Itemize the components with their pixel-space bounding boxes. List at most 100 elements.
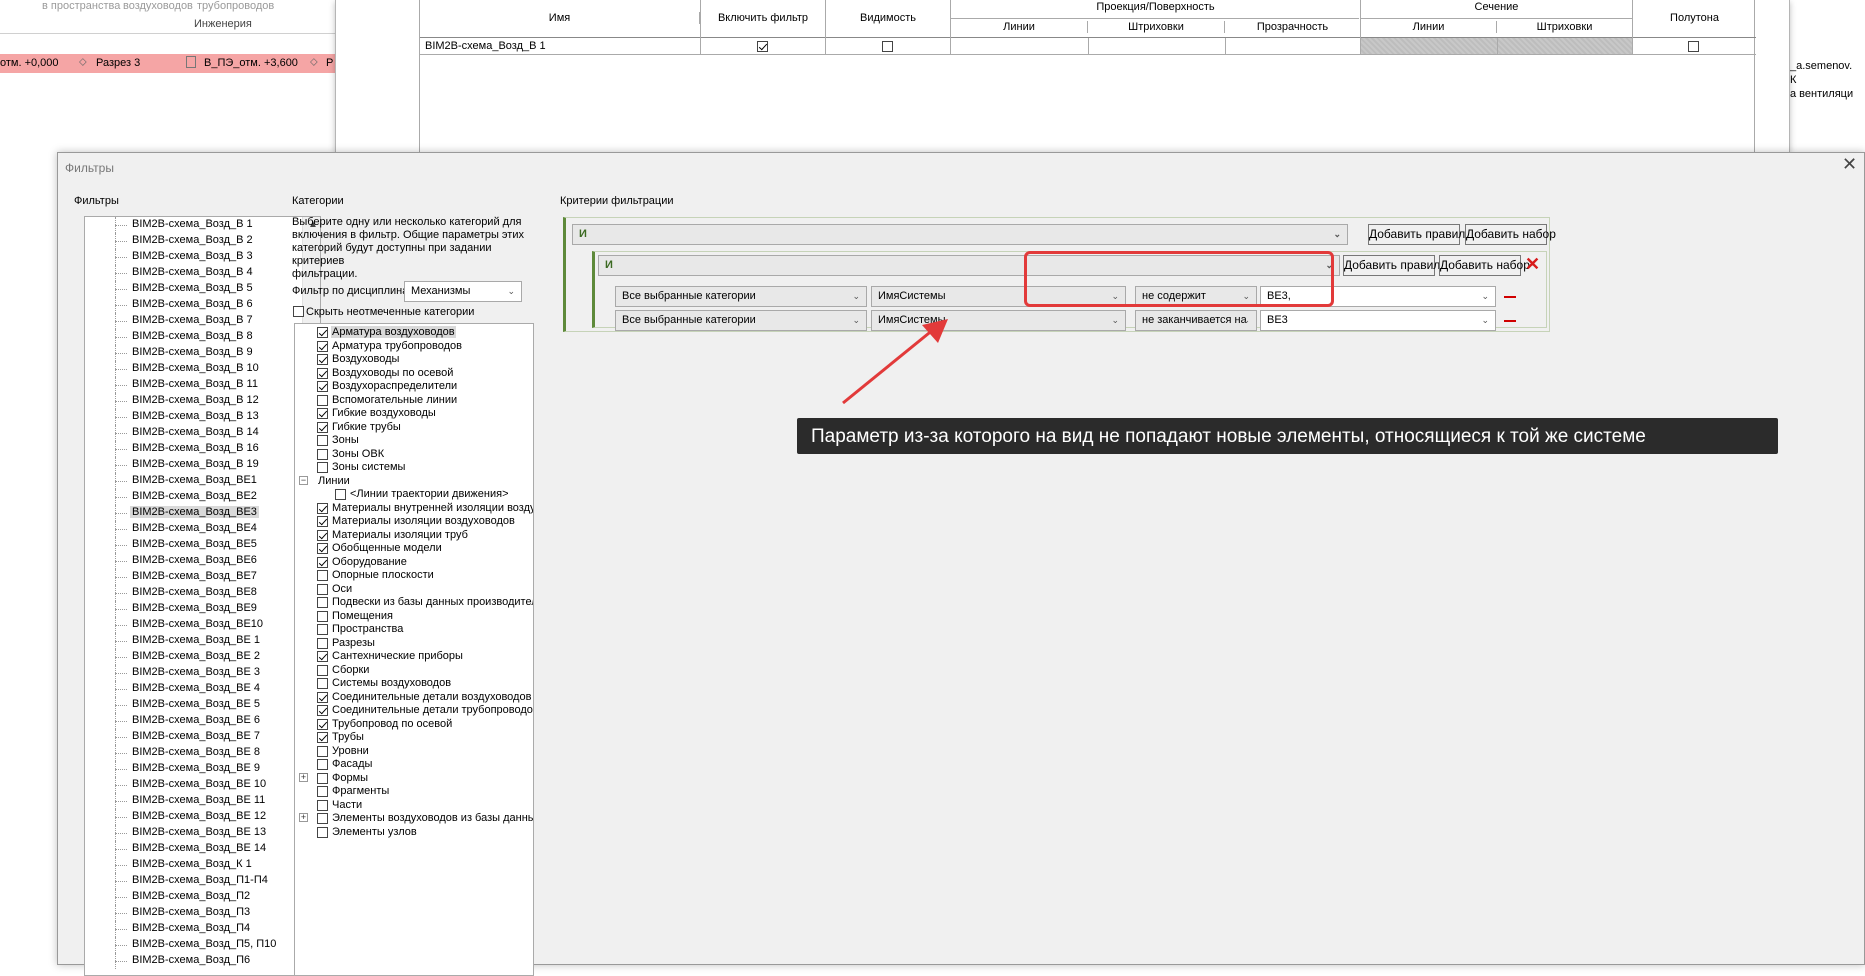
list-item[interactable]: Арматура трубопроводов xyxy=(295,340,533,354)
list-item[interactable]: BIM2B-схема_Возд_ВЕ 7 xyxy=(85,729,301,745)
list-item[interactable]: BIM2B-схема_Возд_ВЕ 10 xyxy=(85,777,301,793)
collapse-icon[interactable]: − xyxy=(299,475,308,485)
list-item[interactable]: BIM2B-схема_Возд_П3 xyxy=(85,905,301,921)
list-item[interactable]: Воздуховоды xyxy=(295,353,533,367)
list-item[interactable]: BIM2B-схема_Возд_ВЕ1 xyxy=(85,473,301,489)
add-set-button[interactable]: Добавить набор xyxy=(1439,255,1530,276)
category-checkbox[interactable] xyxy=(317,408,328,419)
rule-category-select[interactable]: Все выбранные категории ⌄ xyxy=(615,286,867,307)
category-checkbox[interactable] xyxy=(317,745,328,757)
list-item[interactable]: Арматура воздуховодов xyxy=(295,326,533,340)
ribbon-item[interactable]: воздуховодов xyxy=(123,0,193,12)
list-item[interactable]: Воздухораспределители xyxy=(295,380,533,394)
category-checkbox[interactable] xyxy=(317,583,328,595)
visibility-checkbox[interactable] xyxy=(882,41,893,52)
view-tab[interactable]: Разрез 3 xyxy=(96,57,140,69)
list-item[interactable]: BIM2B-схема_Возд_П5, П10 xyxy=(85,937,301,953)
list-item[interactable]: Сантехнические приборы xyxy=(295,650,533,664)
table-row[interactable]: BIM2B-схема_Возд_В 1 xyxy=(420,38,1756,55)
category-checkbox[interactable] xyxy=(317,813,328,824)
categories-tree[interactable]: Арматура воздуховодов Арматура трубопрово… xyxy=(294,323,534,976)
list-item[interactable]: Соединительные детали трубопроводов xyxy=(295,704,533,718)
category-checkbox[interactable] xyxy=(317,516,328,527)
rule-operator-select[interactable]: не заканчивается на ⌄ xyxy=(1135,310,1257,331)
view-tab[interactable]: В_ПЭ_отм. +3,600 xyxy=(204,57,298,69)
list-item[interactable]: <Линии траектории движения> xyxy=(295,488,533,502)
list-item[interactable]: Материалы внутренней изоляции воздухово.… xyxy=(295,502,533,516)
list-item[interactable]: BIM2B-схема_Возд_П2 xyxy=(85,889,301,905)
category-checkbox[interactable] xyxy=(317,732,328,743)
list-item[interactable]: BIM2B-схема_Возд_В 8 xyxy=(85,329,301,345)
list-item[interactable]: BIM2B-схема_Возд_К 1 xyxy=(85,857,301,873)
ribbon-item[interactable]: в пространства xyxy=(42,0,120,12)
list-item[interactable]: BIM2B-схема_Возд_ВЕ5 xyxy=(85,537,301,553)
category-checkbox[interactable] xyxy=(317,799,328,811)
category-checkbox[interactable] xyxy=(317,610,328,622)
list-item[interactable]: BIM2B-схема_Возд_В 9 xyxy=(85,345,301,361)
list-item[interactable]: BIM2B-схема_Возд_ВЕ 3 xyxy=(85,665,301,681)
remove-rule-icon[interactable] xyxy=(1504,296,1516,298)
category-checkbox[interactable] xyxy=(317,664,328,676)
delete-set-icon[interactable]: ✕ xyxy=(1525,255,1540,273)
list-item[interactable]: Помещения xyxy=(295,610,533,624)
category-checkbox[interactable] xyxy=(335,489,346,500)
expand-icon[interactable]: + xyxy=(299,813,308,822)
list-item[interactable]: Опорные плоскости xyxy=(295,569,533,583)
list-item[interactable]: BIM2B-схема_Возд_В 7 xyxy=(85,313,301,329)
category-checkbox[interactable] xyxy=(317,448,328,460)
list-item[interactable]: BIM2B-схема_Возд_ВЕ8 xyxy=(85,585,301,601)
category-checkbox[interactable] xyxy=(317,772,328,784)
list-item[interactable]: BIM2B-схема_Возд_ВЕ 2 xyxy=(85,649,301,665)
list-item[interactable]: BIM2B-схема_Возд_В 3 xyxy=(85,249,301,265)
list-item[interactable]: BIM2B-схема_Возд_ВЕ 12 xyxy=(85,809,301,825)
list-item[interactable]: Фасады xyxy=(295,758,533,772)
category-checkbox[interactable] xyxy=(317,705,328,716)
rule-value-input[interactable]: ВЕ3 ⌄ xyxy=(1260,310,1496,331)
category-checkbox[interactable] xyxy=(317,381,328,392)
category-checkbox[interactable] xyxy=(317,354,328,365)
category-checkbox[interactable] xyxy=(317,651,328,662)
list-item[interactable]: Сборки xyxy=(295,664,533,678)
category-checkbox[interactable] xyxy=(317,556,328,568)
list-item[interactable]: Подвески из базы данных производителя М.… xyxy=(295,596,533,610)
list-item[interactable]: Гибкие трубы xyxy=(295,421,533,435)
list-item[interactable]: − Линии xyxy=(295,475,533,489)
list-item[interactable]: Разрезы xyxy=(295,637,533,651)
list-item[interactable]: BIM2B-схема_Возд_В 6 xyxy=(85,297,301,313)
category-checkbox[interactable] xyxy=(317,327,328,338)
category-checkbox[interactable] xyxy=(317,421,328,433)
list-item[interactable]: BIM2B-схема_Возд_В 14 xyxy=(85,425,301,441)
list-item[interactable]: Обобщенные модели xyxy=(295,542,533,556)
list-item[interactable]: BIM2B-схема_Возд_ВЕ 5 xyxy=(85,697,301,713)
list-item[interactable]: Воздуховоды по осевой xyxy=(295,367,533,381)
list-item[interactable]: Зоны ОВК xyxy=(295,448,533,462)
list-item[interactable]: Пространства xyxy=(295,623,533,637)
discipline-select[interactable]: Механизмы ⌄ xyxy=(404,281,522,302)
list-item[interactable]: BIM2B-схема_Возд_ВЕ4 xyxy=(85,521,301,537)
list-item[interactable]: BIM2B-схема_Возд_ВЕ 1 xyxy=(85,633,301,649)
list-item[interactable]: BIM2B-схема_Возд_В 2 xyxy=(85,233,301,249)
category-checkbox[interactable] xyxy=(317,678,328,689)
category-checkbox[interactable] xyxy=(317,543,328,554)
category-checkbox[interactable] xyxy=(317,826,328,838)
list-item[interactable]: BIM2B-схема_Возд_ВЕ2 xyxy=(85,489,301,505)
list-item[interactable]: BIM2B-схема_Возд_В 19 xyxy=(85,457,301,473)
category-checkbox[interactable] xyxy=(317,637,328,649)
enable-filter-checkbox[interactable] xyxy=(757,41,768,52)
list-item[interactable]: BIM2B-схема_Возд_В 5 xyxy=(85,281,301,297)
list-item[interactable]: Элементы узлов xyxy=(295,826,533,840)
list-item[interactable]: Вспомогательные линии xyxy=(295,394,533,408)
list-item[interactable]: BIM2B-схема_Возд_ВЕ3 xyxy=(85,505,301,521)
list-item[interactable]: BIM2B-схема_Возд_ВЕ 13 xyxy=(85,825,301,841)
list-item[interactable]: Соединительные детали воздуховодов xyxy=(295,691,533,705)
add-rule-button[interactable]: Добавить правило xyxy=(1343,255,1447,276)
add-set-button[interactable]: Добавить набор xyxy=(1465,224,1556,245)
ribbon-item[interactable]: трубопроводов xyxy=(197,0,274,12)
list-item[interactable]: BIM2B-схема_Возд_ВЕ 4 xyxy=(85,681,301,697)
list-item[interactable]: BIM2B-схема_Возд_П1-П4 xyxy=(85,873,301,889)
list-item[interactable]: Уровни xyxy=(295,745,533,759)
category-checkbox[interactable] xyxy=(317,570,328,581)
list-item[interactable]: + Элементы воздуховодов из базы данных пр… xyxy=(295,812,533,826)
category-checkbox[interactable] xyxy=(317,718,328,730)
list-item[interactable]: Оси xyxy=(295,583,533,597)
